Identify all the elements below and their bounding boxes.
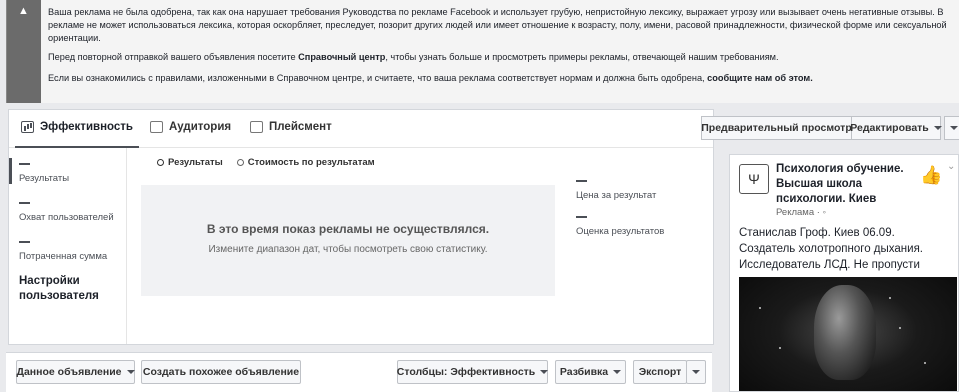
chevron-down-icon [933,126,942,130]
ad-preview-card: Ψ Психология обучение. Высшая школа псих… [729,154,959,392]
radio-results-label: Результаты [168,157,223,168]
breakdown-dropdown[interactable]: Разбивка [555,360,626,384]
ad-select-dropdown[interactable]: Данное объявление [16,360,135,384]
sidebar-item-results[interactable]: Результаты [19,163,69,184]
ad-select-label: Данное объявление [16,366,122,378]
edit-button-label: Редактировать [850,122,929,134]
radio-dot-icon [157,159,164,166]
thumbs-up-icon[interactable]: 👍 [920,165,942,186]
banner-message: Ваша реклама не была одобрена, так как о… [41,0,959,103]
people-icon [150,121,163,133]
star-dot [899,327,901,329]
tab-performance[interactable]: Эффективность [21,121,133,133]
star-dot [759,307,761,309]
banner-p2-text-end: , чтобы узнать больше и просмотреть прим… [385,52,779,62]
bottom-toolbar: Данное объявление Создать похожее объявл… [6,352,712,392]
export-button[interactable]: Экспорт [633,360,687,384]
banner-p2-text: Перед повторной отправкой вашего объявле… [48,52,299,62]
export-options-button[interactable] [686,360,706,384]
chevron-down-icon [540,370,549,374]
columns-dropdown[interactable]: Столбцы: Эффективность [396,360,549,384]
tab-placement-label: Плейсмент [269,121,332,133]
tab-bar: Эффективность Аудитория Плейсмент [9,110,713,148]
radio-cost-label: Стоимость по результатам [247,157,375,168]
radio-cost-per-result[interactable]: Стоимость по результатам [236,157,375,168]
tab-placement[interactable]: Плейсмент [250,121,332,133]
banner-paragraph-1: Ваша реклама не была одобрена, так как о… [48,7,947,43]
globe-icon: ◦ [822,207,826,218]
empty-state-title: В это время показ рекламы не осуществлял… [206,222,490,236]
results-radio-group: Результаты Стоимость по результатам [157,157,375,168]
warning-banner: ▲ Ваша реклама не была одобрена, так как… [6,0,959,103]
ad-body-text: Станислав Гроф. Киев 06.09. Создатель хо… [739,227,923,271]
chevron-down-icon [613,370,622,374]
banner-paragraph-3: Если вы ознакомились с правилами, изложе… [48,72,951,85]
create-similar-button[interactable]: Создать похожее объявление [141,360,301,384]
radio-dot-icon [236,159,244,166]
report-link[interactable]: сообщите нам об этом. [707,73,813,83]
star-dot [889,297,891,299]
chevron-down-icon [950,126,958,130]
more-options-button[interactable] [944,116,959,140]
placement-icon [250,121,263,133]
warning-triangle-icon: ▲ [18,5,29,17]
bar-chart-icon [21,121,34,133]
columns-label: Столбцы: Эффективность [396,366,536,378]
tab-audience-label: Аудитория [169,121,232,133]
tab-performance-label: Эффективность [40,121,133,133]
star-dot [924,362,926,364]
sidebar-item-reach[interactable]: Охват пользователей [19,202,114,223]
preview-toolbar: Предварительный просмотр Редактировать [701,116,959,140]
radio-results[interactable]: Результаты [157,157,223,168]
ad-insights-panel: Эффективность Аудитория Плейсмент Резуль… [8,109,714,345]
sponsored-label: Реклама · ◦ [776,207,826,218]
sidebar-item-spent[interactable]: Потраченная сумма [19,241,107,262]
sidebar-active-indicator [9,158,12,184]
chevron-down-icon [126,370,135,374]
metrics-sidebar: Результаты Охват пользователей Потраченн… [9,148,127,344]
preview-button[interactable]: Предварительный просмотр [701,116,852,140]
metric-result-rating[interactable]: Оценка результатов [576,216,664,237]
school-logo-icon: Ψ [739,164,769,194]
ad-image[interactable] [739,277,957,391]
page-name-link[interactable]: Психология обучение. Высшая школа психол… [776,162,916,207]
empty-state: В это время показ рекламы не осуществлял… [141,185,555,296]
chevron-down-icon [692,370,700,374]
metric-cost-per-result[interactable]: Цена за результат [576,180,656,201]
banner-p3-text: Если вы ознакомились с правилами, изложе… [48,73,708,83]
banner-paragraph-2: Перед повторной отправкой вашего объявле… [48,51,951,64]
head-silhouette [814,285,876,380]
help-center-link[interactable]: Справочный центр [298,52,385,62]
sponsored-text: Реклама · [776,207,823,218]
breakdown-label: Разбивка [559,366,609,378]
chevron-down-icon[interactable]: ⌄ [947,161,955,172]
edit-button[interactable]: Редактировать [850,116,942,140]
sidebar-item-user-settings[interactable]: Настройки пользователя [19,274,119,304]
star-dot [779,347,781,349]
tab-audience[interactable]: Аудитория [150,121,231,133]
empty-state-subtitle: Измените диапазон дат, чтобы посмотреть … [208,244,488,255]
